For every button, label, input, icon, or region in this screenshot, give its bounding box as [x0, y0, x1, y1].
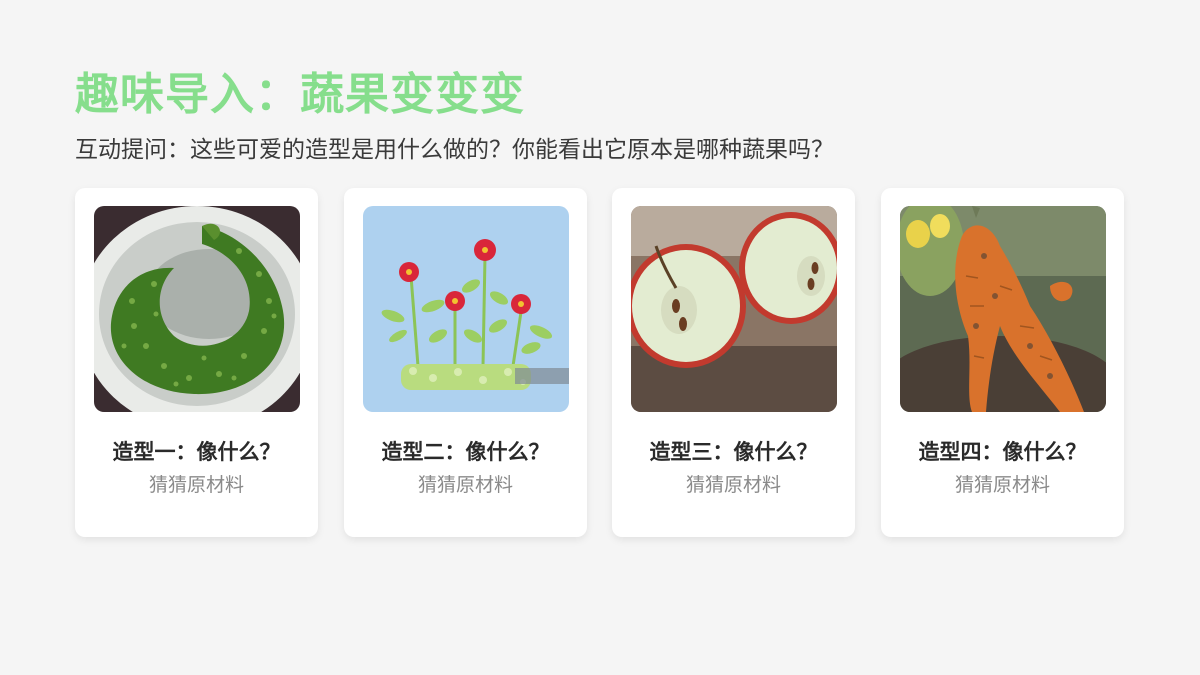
celery-flowers-image — [363, 206, 569, 412]
card-title: 造型三：像什么？ — [649, 440, 818, 464]
card-hint: 猜猜原材料 — [417, 474, 513, 496]
apple-halves-image — [631, 206, 837, 412]
card-shape-3[interactable]: 造型三：像什么？ 猜猜原材料 — [612, 188, 855, 537]
card-shape-4[interactable]: 造型四：像什么？ 猜猜原材料 — [881, 188, 1124, 537]
card-shape-1[interactable]: 造型一：像什么？ 猜猜原材料 — [75, 188, 318, 537]
carrot-photo — [900, 206, 1106, 412]
card-grid: 造型一：像什么？ 猜猜原材料 造型二：像什么？ 猜猜原材料 造型三：像什么？ 猜… — [75, 188, 1125, 537]
card-hint: 猜猜原材料 — [954, 474, 1050, 496]
celery-flowers-photo — [363, 206, 569, 412]
cucumber-photo — [94, 206, 300, 412]
apple-halves-photo — [631, 206, 837, 412]
page-title: 趣味导入：蔬果变变变 — [75, 69, 525, 120]
cucumber-image — [94, 206, 300, 412]
card-hint: 猜猜原材料 — [148, 474, 244, 496]
card-hint: 猜猜原材料 — [685, 474, 781, 496]
page-subtitle: 互动提问：这些可爱的造型是用什么做的？你能看出它原本是哪种蔬果吗？ — [75, 137, 834, 163]
card-title: 造型一：像什么？ — [112, 440, 281, 464]
slide: 趣味导入：蔬果变变变 互动提问：这些可爱的造型是用什么做的？你能看出它原本是哪种… — [0, 0, 1200, 675]
card-title: 造型二：像什么？ — [381, 440, 550, 464]
carrot-image — [900, 206, 1106, 412]
card-title: 造型四：像什么？ — [918, 440, 1087, 464]
card-shape-2[interactable]: 造型二：像什么？ 猜猜原材料 — [344, 188, 587, 537]
